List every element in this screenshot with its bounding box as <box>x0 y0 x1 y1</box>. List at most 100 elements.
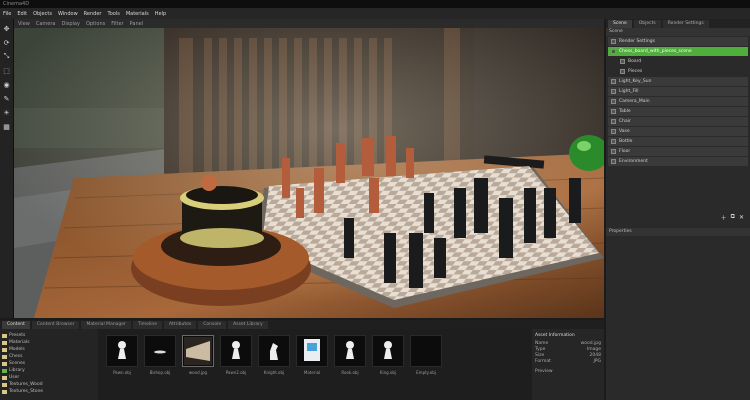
scene-item[interactable]: Chair <box>608 117 748 126</box>
light-icon[interactable]: ☀ <box>2 108 11 117</box>
viewport[interactable] <box>14 28 604 318</box>
tree-item[interactable]: Chess <box>2 353 96 360</box>
tree-item-label: Presets <box>9 333 26 338</box>
rotate-tool-icon[interactable]: ⟳ <box>2 38 11 47</box>
duplicate-icon[interactable]: ⧉ <box>731 213 735 221</box>
tab-objects[interactable]: Objects <box>633 20 661 28</box>
visibility-toggle-icon[interactable] <box>620 69 625 74</box>
tree-item[interactable]: User <box>2 374 96 381</box>
visibility-toggle-icon[interactable] <box>611 119 616 124</box>
tree-item[interactable]: Models <box>2 346 96 353</box>
visibility-toggle-icon[interactable] <box>611 139 616 144</box>
bottom-tab-console[interactable]: Console <box>198 321 227 329</box>
asset-item[interactable]: Empty.obj <box>410 335 442 394</box>
viewport-menu-camera[interactable]: Camera <box>36 21 56 27</box>
viewport-menu-filter[interactable]: Filter <box>111 21 123 27</box>
scene-item[interactable]: Table <box>608 107 748 116</box>
viewport-menu-view[interactable]: View <box>18 21 30 27</box>
scene-item[interactable]: Light_Key_Sun <box>608 77 748 86</box>
visibility-toggle-icon[interactable] <box>620 59 625 64</box>
tree-item-label: Chess <box>9 354 23 359</box>
tree-item[interactable]: Textures_Stone <box>2 388 96 395</box>
menu-item-file[interactable]: File <box>3 11 11 17</box>
bottom-tab-timeline[interactable]: Timeline <box>132 321 163 329</box>
visibility-toggle-icon[interactable] <box>611 159 616 164</box>
asset-item[interactable]: Pawn.obj <box>106 335 138 394</box>
bottom-tab-content-browser[interactable]: Content Browser <box>31 321 80 329</box>
camera-icon[interactable]: ◉ <box>2 80 11 89</box>
menu-item-tools[interactable]: Tools <box>107 11 119 17</box>
visibility-toggle-icon[interactable] <box>611 109 616 114</box>
menu-item-objects[interactable]: Objects <box>33 11 52 17</box>
asset-thumbnail[interactable] <box>182 335 214 367</box>
asset-thumbnail[interactable] <box>410 335 442 367</box>
menu-item-window[interactable]: Window <box>58 11 78 17</box>
asset-item[interactable]: King.obj <box>372 335 404 394</box>
asset-item[interactable]: Knight.obj <box>258 335 290 394</box>
scene-item-label: Board <box>628 59 642 64</box>
asset-grid: Pawn.obj Bishop.obj wood.jpg Pawn2.obj Knigh… <box>98 329 532 400</box>
grid-icon[interactable]: ▦ <box>2 122 11 131</box>
visibility-toggle-icon[interactable] <box>611 39 616 44</box>
bottom-tab-attributes[interactable]: Attributes <box>164 321 197 329</box>
visibility-toggle-icon[interactable] <box>611 89 616 94</box>
asset-thumbnail[interactable] <box>106 335 138 367</box>
asset-item[interactable]: Material <box>296 335 328 394</box>
scene-item[interactable]: Floor <box>608 147 748 156</box>
tab-scene[interactable]: Scene <box>608 20 632 28</box>
asset-item[interactable]: Pawn2.obj <box>220 335 252 394</box>
scene-item-label: Environment <box>619 159 648 164</box>
visibility-toggle-icon[interactable] <box>611 79 616 84</box>
scene-item-label: Render Settings <box>619 39 655 44</box>
tree-item[interactable]: Scenes <box>2 360 96 367</box>
scene-item[interactable]: Chess_board_with_pieces_scene <box>608 47 748 56</box>
scale-tool-icon[interactable]: ⤡ <box>2 52 11 61</box>
asset-item[interactable]: Bishop.obj <box>144 335 176 394</box>
scene-item[interactable]: Environment <box>608 157 748 166</box>
visibility-toggle-icon[interactable] <box>611 99 616 104</box>
scene-item[interactable]: Render Settings <box>608 37 748 46</box>
visibility-toggle-icon[interactable] <box>611 149 616 154</box>
scene-item[interactable]: Bottle <box>608 137 748 146</box>
move-tool-icon[interactable]: ✥ <box>2 24 11 33</box>
scene-item[interactable]: Pieces <box>608 67 748 76</box>
scene-item-label: Camera_Main <box>619 99 650 104</box>
asset-thumbnail[interactable] <box>144 335 176 367</box>
menu-item-help[interactable]: Help <box>155 11 166 17</box>
bottom-tab-asset-library[interactable]: Asset Library <box>228 321 268 329</box>
visibility-toggle-icon[interactable] <box>611 49 616 54</box>
scene-item[interactable]: Vase <box>608 127 748 136</box>
asset-thumbnail[interactable] <box>372 335 404 367</box>
scene-item[interactable]: Light_Fill <box>608 87 748 96</box>
bottom-tab-material-manager[interactable]: Material Manager <box>81 321 131 329</box>
bottom-tab-content[interactable]: Content <box>2 321 30 329</box>
menu-item-materials[interactable]: Materials <box>126 11 149 17</box>
select-tool-icon[interactable]: ⬚ <box>2 66 11 75</box>
delete-icon[interactable]: ✕ <box>739 214 744 221</box>
asset-item[interactable]: wood.jpg <box>182 335 214 394</box>
menu-item-render[interactable]: Render <box>84 11 102 17</box>
tree-item[interactable]: Textures_Wood <box>2 381 96 388</box>
asset-label: Material <box>303 370 321 375</box>
menu-item-edit[interactable]: Edit <box>17 11 27 17</box>
asset-thumbnail[interactable] <box>258 335 290 367</box>
render-view <box>14 28 604 318</box>
viewport-menu-options[interactable]: Options <box>86 21 105 27</box>
tree-item[interactable]: Materials <box>2 339 96 346</box>
asset-thumbnail[interactable] <box>334 335 366 367</box>
tree-item[interactable]: Library <box>2 367 96 374</box>
asset-thumbnail[interactable] <box>296 335 328 367</box>
visibility-toggle-icon[interactable] <box>611 129 616 134</box>
scene-item[interactable]: Board <box>608 57 748 66</box>
paint-icon[interactable]: ✎ <box>2 94 11 103</box>
scene-item[interactable]: Camera_Main <box>608 97 748 106</box>
tab-render-settings[interactable]: Render Settings <box>662 20 709 28</box>
viewport-menu-display[interactable]: Display <box>62 21 80 27</box>
scene-item-label: Chess_board_with_pieces_scene <box>619 49 692 54</box>
add-icon[interactable]: ＋ <box>721 213 727 222</box>
folder-icon <box>2 375 7 380</box>
asset-item[interactable]: Rook.obj <box>334 335 366 394</box>
tree-item[interactable]: Presets <box>2 332 96 339</box>
viewport-menu-panel[interactable]: Panel <box>130 21 144 27</box>
asset-thumbnail[interactable] <box>220 335 252 367</box>
